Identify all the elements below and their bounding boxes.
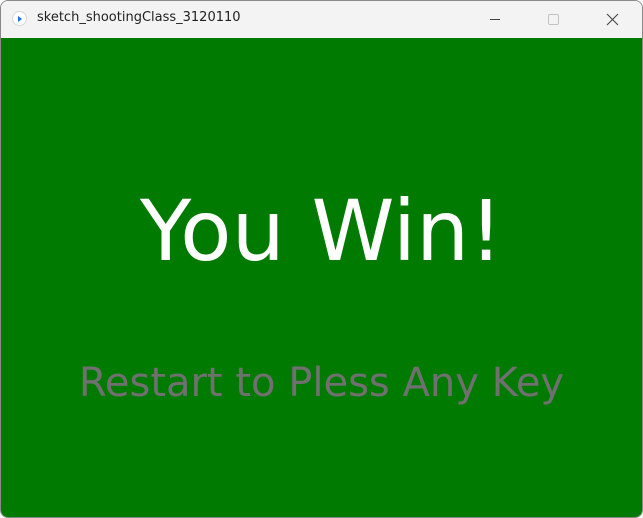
processing-play-icon <box>12 11 27 26</box>
app-window: sketch_shootingClass_3120110 You Win! Re… <box>0 0 643 518</box>
title-bar[interactable]: sketch_shootingClass_3120110 <box>1 1 642 38</box>
minimize-button[interactable] <box>472 1 518 38</box>
minimize-icon <box>490 19 500 20</box>
game-canvas[interactable]: You Win! Restart to Pless Any Key <box>1 38 642 517</box>
restart-prompt: Restart to Pless Any Key <box>78 360 565 406</box>
win-message: You Win! <box>140 182 503 280</box>
close-button[interactable] <box>589 1 635 38</box>
maximize-button[interactable] <box>529 1 575 38</box>
window-title: sketch_shootingClass_3120110 <box>37 10 241 25</box>
close-icon <box>606 13 619 26</box>
maximize-icon <box>548 14 559 25</box>
